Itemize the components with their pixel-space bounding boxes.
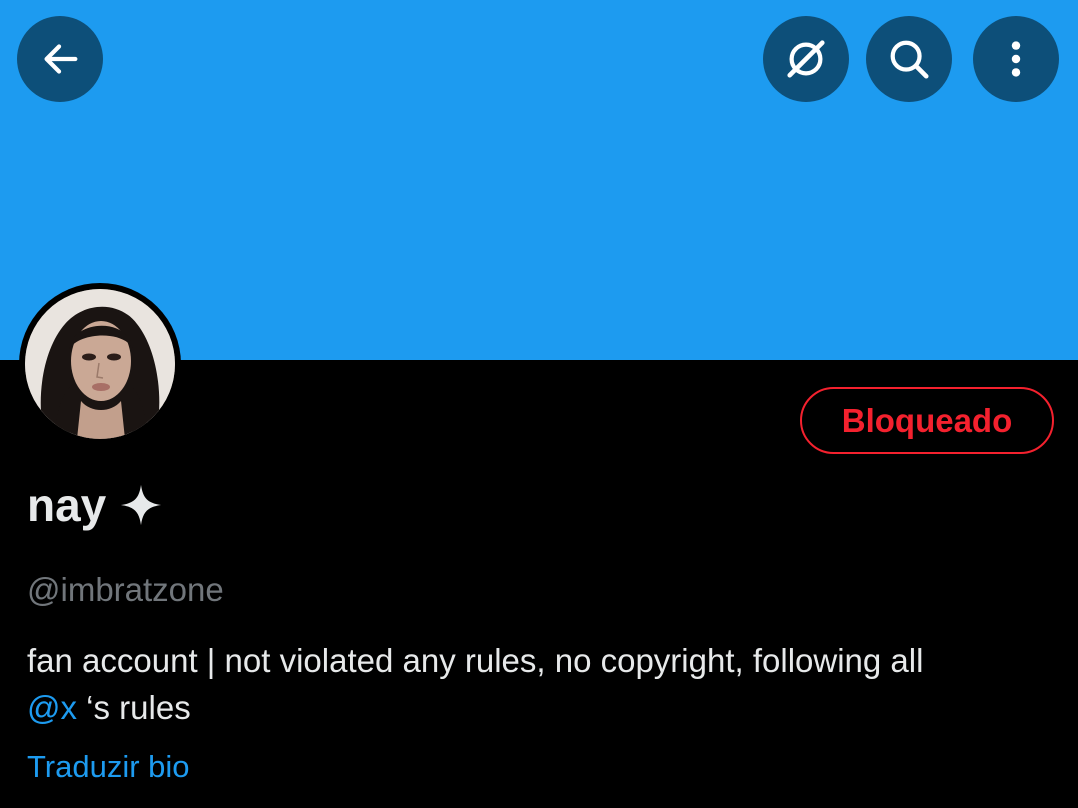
display-name: nay bbox=[27, 479, 107, 531]
grok-button[interactable] bbox=[763, 16, 849, 102]
avatar[interactable] bbox=[19, 283, 181, 445]
name-row: nay bbox=[27, 482, 164, 528]
avatar-image bbox=[25, 289, 175, 439]
more-vertical-icon bbox=[1011, 41, 1021, 77]
search-button[interactable] bbox=[866, 16, 952, 102]
search-icon bbox=[890, 40, 929, 79]
back-button[interactable] bbox=[17, 16, 103, 102]
sparkle-icon bbox=[121, 484, 162, 526]
grok-icon bbox=[787, 40, 825, 78]
more-options-button[interactable] bbox=[973, 16, 1059, 102]
bio-mention-link[interactable]: @x bbox=[27, 689, 77, 726]
translate-bio-link[interactable]: Traduzir bio bbox=[27, 749, 190, 785]
blocked-button-label: Bloqueado bbox=[841, 401, 1013, 439]
bio-suffix: ‘s rules bbox=[77, 689, 191, 726]
handle: @imbratzone bbox=[27, 571, 224, 608]
bio: fan account | not violated any rules, no… bbox=[27, 637, 1057, 731]
bio-text: fan account | not violated any rules, no… bbox=[27, 642, 924, 679]
blocked-button[interactable]: Bloqueado bbox=[800, 387, 1054, 454]
arrow-left-icon bbox=[44, 44, 78, 74]
